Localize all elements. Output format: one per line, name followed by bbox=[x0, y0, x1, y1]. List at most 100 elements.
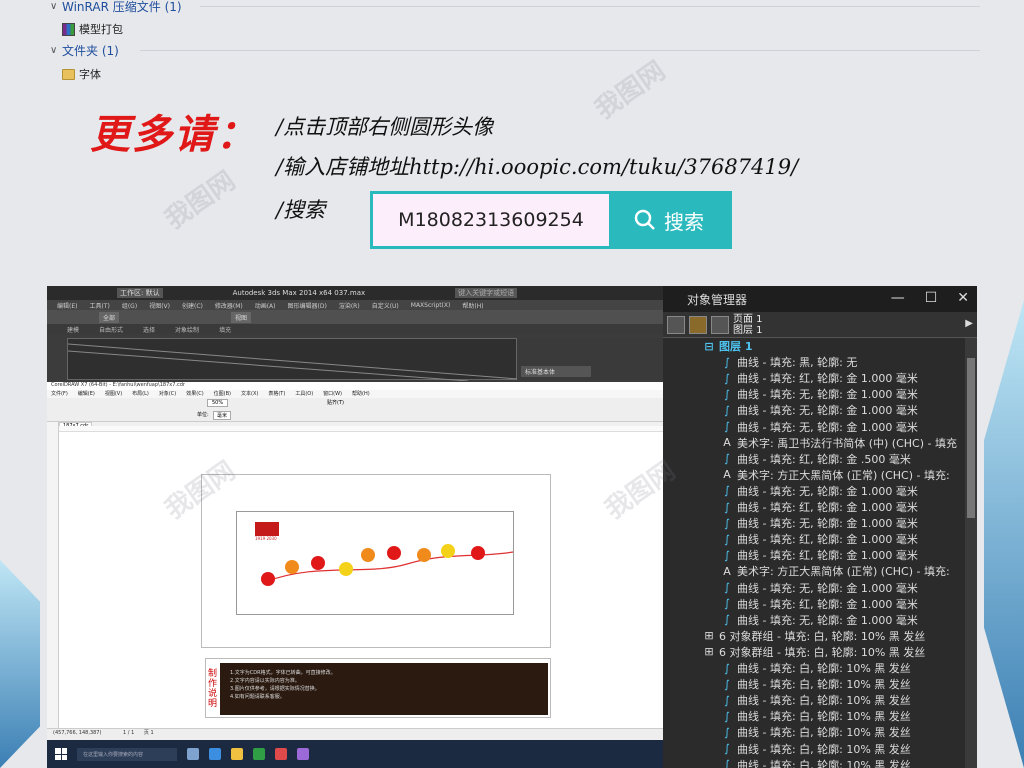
object-row[interactable]: ∫ 曲线 - 填充: 无, 轮廓: 金 1.000 毫米 bbox=[663, 386, 965, 402]
folder-item-fonts[interactable]: 字体 bbox=[62, 66, 101, 82]
layer-manager-view-icon[interactable] bbox=[711, 316, 729, 334]
ribbon-tab[interactable]: 建模 bbox=[67, 325, 79, 334]
folder-icon bbox=[62, 68, 75, 80]
search-input[interactable]: M18082313609254 bbox=[373, 194, 609, 246]
object-row[interactable]: ∫ 曲线 - 填充: 红, 轮廓: 金 1.000 毫米 bbox=[663, 370, 965, 386]
object-row[interactable]: ∫ 曲线 - 填充: 红, 轮廓: 金 1.000 毫米 bbox=[663, 499, 965, 515]
page-navigator[interactable]: 1 / 1 bbox=[123, 730, 134, 736]
workspace-dropdown[interactable]: 工作区: 默认 bbox=[117, 288, 163, 298]
object-row[interactable]: ∫ 曲线 - 填充: 黑, 轮廓: 无 bbox=[663, 354, 965, 370]
object-row[interactable]: A 美术字: 禹卫书法行书简体 (中) (CHC) - 填充 bbox=[663, 435, 965, 451]
menu-item[interactable]: 修改器(M) bbox=[215, 301, 243, 310]
object-row[interactable]: ∫ 曲线 - 填充: 红, 轮廓: 金 1.000 毫米 bbox=[663, 531, 965, 547]
menu-item[interactable]: 文件(F) bbox=[51, 390, 68, 398]
ribbon-tab[interactable]: 自由形式 bbox=[99, 325, 123, 334]
menu-item[interactable]: 工具(O) bbox=[295, 390, 313, 398]
object-row[interactable]: ∫ 曲线 - 填充: 白, 轮廓: 10% 黑 发丝 bbox=[663, 676, 965, 692]
expand-right-icon[interactable]: ▶ bbox=[965, 318, 973, 329]
menu-item[interactable]: 图形编辑器(D) bbox=[288, 301, 327, 310]
object-row[interactable]: ∫ 曲线 - 填充: 白, 轮廓: 10% 黑 发丝 bbox=[663, 660, 965, 676]
app-icon[interactable] bbox=[275, 748, 287, 760]
object-row[interactable]: ∫ 曲线 - 填充: 红, 轮廓: 金 .500 毫米 bbox=[663, 451, 965, 467]
curve-icon: ∫ bbox=[724, 742, 730, 755]
ribbon-tab[interactable]: 对象绘制 bbox=[175, 325, 199, 334]
menu-item[interactable]: MAXScript(X) bbox=[411, 302, 451, 309]
promo-line-3: /搜索 bbox=[276, 198, 326, 222]
menu-item[interactable]: 创建(C) bbox=[182, 301, 203, 310]
menu-item[interactable]: 布局(L) bbox=[132, 390, 149, 398]
snap-menu[interactable]: 贴齐(T) bbox=[327, 399, 344, 406]
menu-item[interactable]: 帮助(H) bbox=[352, 390, 370, 398]
units-dropdown[interactable]: 毫米 bbox=[213, 411, 232, 420]
object-row[interactable]: ∫ 曲线 - 填充: 无, 轮廓: 金 1.000 毫米 bbox=[663, 515, 965, 531]
edge-browser-icon[interactable] bbox=[209, 748, 221, 760]
menu-item[interactable]: 窗口(W) bbox=[323, 390, 342, 398]
menu-item[interactable]: 自定义(U) bbox=[372, 301, 399, 310]
drawing-canvas[interactable]: 1919 2030 制作说明 1.文字为CDR格式，字体已转曲，可直接修改。 2.… bbox=[59, 432, 665, 728]
timeline-dot bbox=[261, 572, 275, 586]
task-view-icon[interactable] bbox=[187, 748, 199, 760]
menu-item[interactable]: 文本(X) bbox=[241, 390, 258, 398]
object-row[interactable]: ∫ 曲线 - 填充: 红, 轮廓: 金 1.000 毫米 bbox=[663, 547, 965, 563]
object-row[interactable]: ∫ 曲线 - 填充: 白, 轮廓: 10% 黑 发丝 bbox=[663, 692, 965, 708]
object-row[interactable]: ∫ 曲线 - 填充: 白, 轮廓: 10% 黑 发丝 bbox=[663, 724, 965, 740]
object-row[interactable]: A 美术字: 方正大黑简体 (正常) (CHC) - 填充: bbox=[663, 563, 965, 579]
wechat-icon[interactable] bbox=[253, 748, 265, 760]
object-row[interactable]: ∫ 曲线 - 填充: 无, 轮廓: 金 1.000 毫米 bbox=[663, 580, 965, 596]
group-icon: ⊞ bbox=[704, 629, 714, 643]
menu-item[interactable]: 编辑(E) bbox=[78, 390, 95, 398]
object-row[interactable]: ⊞ 6 对象群组 - 填充: 白, 轮廓: 10% 黑 发丝 bbox=[663, 628, 965, 644]
3dsmax-search-input[interactable]: 键入关键字或短语 bbox=[455, 288, 518, 298]
object-row[interactable]: ∫ 曲线 - 填充: 红, 轮廓: 金 1.000 毫米 bbox=[663, 596, 965, 612]
object-row[interactable]: ⊞ 6 对象群组 - 填充: 白, 轮廓: 10% 黑 发丝 bbox=[663, 644, 965, 660]
menu-item[interactable]: 工具(T) bbox=[89, 301, 109, 310]
3dsmax-titlebar: 工作区: 默认 Autodesk 3ds Max 2014 x64 037.ma… bbox=[47, 286, 665, 300]
object-row[interactable]: A 美术字: 方正大黑简体 (正常) (CHC) - 填充: bbox=[663, 467, 965, 483]
folder-group-header[interactable]: ∨ 文件夹 (1) bbox=[50, 40, 119, 60]
timeline-card[interactable]: 1919 2030 bbox=[236, 511, 514, 615]
object-tree-scrollbar[interactable] bbox=[965, 338, 977, 768]
menu-item[interactable]: 效果(C) bbox=[186, 390, 203, 398]
show-properties-icon[interactable] bbox=[667, 316, 685, 334]
object-row[interactable]: ∫ 曲线 - 填充: 无, 轮廓: 金 1.000 毫米 bbox=[663, 419, 965, 435]
zoom-dropdown[interactable]: 50% bbox=[207, 399, 229, 407]
menu-item[interactable]: 组(G) bbox=[122, 301, 137, 310]
coreldraw-taskbar-icon[interactable] bbox=[297, 748, 309, 760]
minimize-icon[interactable]: — bbox=[891, 290, 905, 306]
object-row[interactable]: ∫ 曲线 - 填充: 白, 轮廓: 10% 黑 发丝 bbox=[663, 741, 965, 757]
toolbox[interactable] bbox=[47, 422, 59, 742]
promo-line-1: /点击顶部右侧圆形头像 bbox=[276, 115, 494, 139]
file-item-model-pack[interactable]: 模型打包 bbox=[62, 21, 123, 37]
menu-item[interactable]: 视图(V) bbox=[105, 390, 122, 398]
selection-filter-dropdown[interactable]: 全部 bbox=[99, 312, 120, 323]
object-type-dropdown[interactable]: 标准基本体 bbox=[521, 366, 591, 377]
3dsmax-viewport[interactable] bbox=[67, 338, 519, 382]
ribbon-tab[interactable]: 填充 bbox=[219, 325, 231, 334]
menu-item[interactable]: 对象(C) bbox=[159, 390, 176, 398]
menu-item[interactable]: 渲染(R) bbox=[339, 301, 360, 310]
object-row[interactable]: ∫ 曲线 - 填充: 白, 轮廓: 10% 黑 发丝 bbox=[663, 708, 965, 724]
scroll-thumb[interactable] bbox=[967, 358, 975, 518]
menu-item[interactable]: 动画(A) bbox=[255, 301, 276, 310]
layer-row[interactable]: ⊟ 图层 1 bbox=[663, 338, 965, 354]
menu-item[interactable]: 视图(V) bbox=[149, 301, 170, 310]
ribbon-tab[interactable]: 选择 bbox=[143, 325, 155, 334]
menu-item[interactable]: 编辑(E) bbox=[57, 301, 77, 310]
search-button[interactable]: 搜索 bbox=[609, 194, 729, 246]
taskbar-search-input[interactable]: 在这里输入你要搜索的内容 bbox=[77, 747, 177, 761]
maximize-icon[interactable]: ☐ bbox=[925, 290, 938, 306]
menu-item[interactable]: 位图(B) bbox=[214, 390, 231, 398]
menu-item[interactable]: 帮助(H) bbox=[462, 301, 483, 310]
close-icon[interactable]: ✕ bbox=[957, 290, 969, 306]
menu-item[interactable]: 表格(T) bbox=[268, 390, 285, 398]
file-explorer-icon[interactable] bbox=[231, 748, 243, 760]
object-row[interactable]: ∫ 曲线 - 填充: 无, 轮廓: 金 1.000 毫米 bbox=[663, 402, 965, 418]
object-row[interactable]: ∫ 曲线 - 填充: 白, 轮廓: 10% 黑 发丝 bbox=[663, 757, 965, 768]
object-row[interactable]: ∫ 曲线 - 填充: 无, 轮廓: 金 1.000 毫米 bbox=[663, 612, 965, 628]
reference-coord-dropdown[interactable]: 视图 bbox=[231, 312, 252, 323]
winrar-group-header[interactable]: ∨ WinRAR 压缩文件 (1) bbox=[50, 0, 182, 16]
page-tab[interactable]: 页 1 bbox=[144, 730, 154, 736]
edit-across-layers-icon[interactable] bbox=[689, 316, 707, 334]
windows-start-icon[interactable] bbox=[55, 748, 67, 760]
object-row[interactable]: ∫ 曲线 - 填充: 无, 轮廓: 金 1.000 毫米 bbox=[663, 483, 965, 499]
